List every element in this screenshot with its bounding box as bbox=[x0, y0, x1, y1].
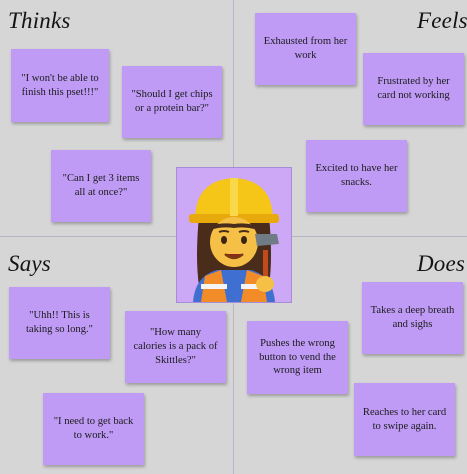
feels-title: Feels bbox=[417, 8, 467, 33]
does-title: Does bbox=[417, 251, 466, 276]
sticky-note[interactable]: Takes a deep breath and sighs bbox=[362, 282, 463, 354]
sticky-note[interactable]: "Can I get 3 items all at once?" bbox=[51, 150, 151, 222]
sticky-note[interactable]: "How many calories is a pack of Skittles… bbox=[125, 311, 226, 383]
sticky-note[interactable]: Frustrated by her card not working bbox=[363, 53, 464, 125]
thinks-title: Thinks bbox=[8, 8, 71, 33]
sticky-note[interactable]: Exhausted from her work bbox=[255, 13, 356, 85]
sticky-note[interactable]: "Should I get chips or a protein bar?" bbox=[122, 66, 222, 138]
sticky-note[interactable]: "I won't be able to finish this pset!!!" bbox=[11, 49, 109, 122]
woman-construction-worker-icon bbox=[189, 178, 279, 302]
sticky-note[interactable]: "I need to get back to work." bbox=[43, 393, 144, 465]
says-title: Says bbox=[8, 251, 51, 276]
sticky-note[interactable]: "Uhh!! This is taking so long." bbox=[9, 287, 110, 359]
empathy-map: Thinks Feels Says Does "I won't be able … bbox=[0, 0, 467, 474]
sticky-note[interactable]: Reaches to her card to swipe again. bbox=[354, 383, 455, 456]
sticky-note[interactable]: Pushes the wrong button to vend the wron… bbox=[247, 321, 348, 394]
sticky-note[interactable]: Excited to have her snacks. bbox=[306, 140, 407, 212]
persona-card bbox=[176, 167, 292, 303]
